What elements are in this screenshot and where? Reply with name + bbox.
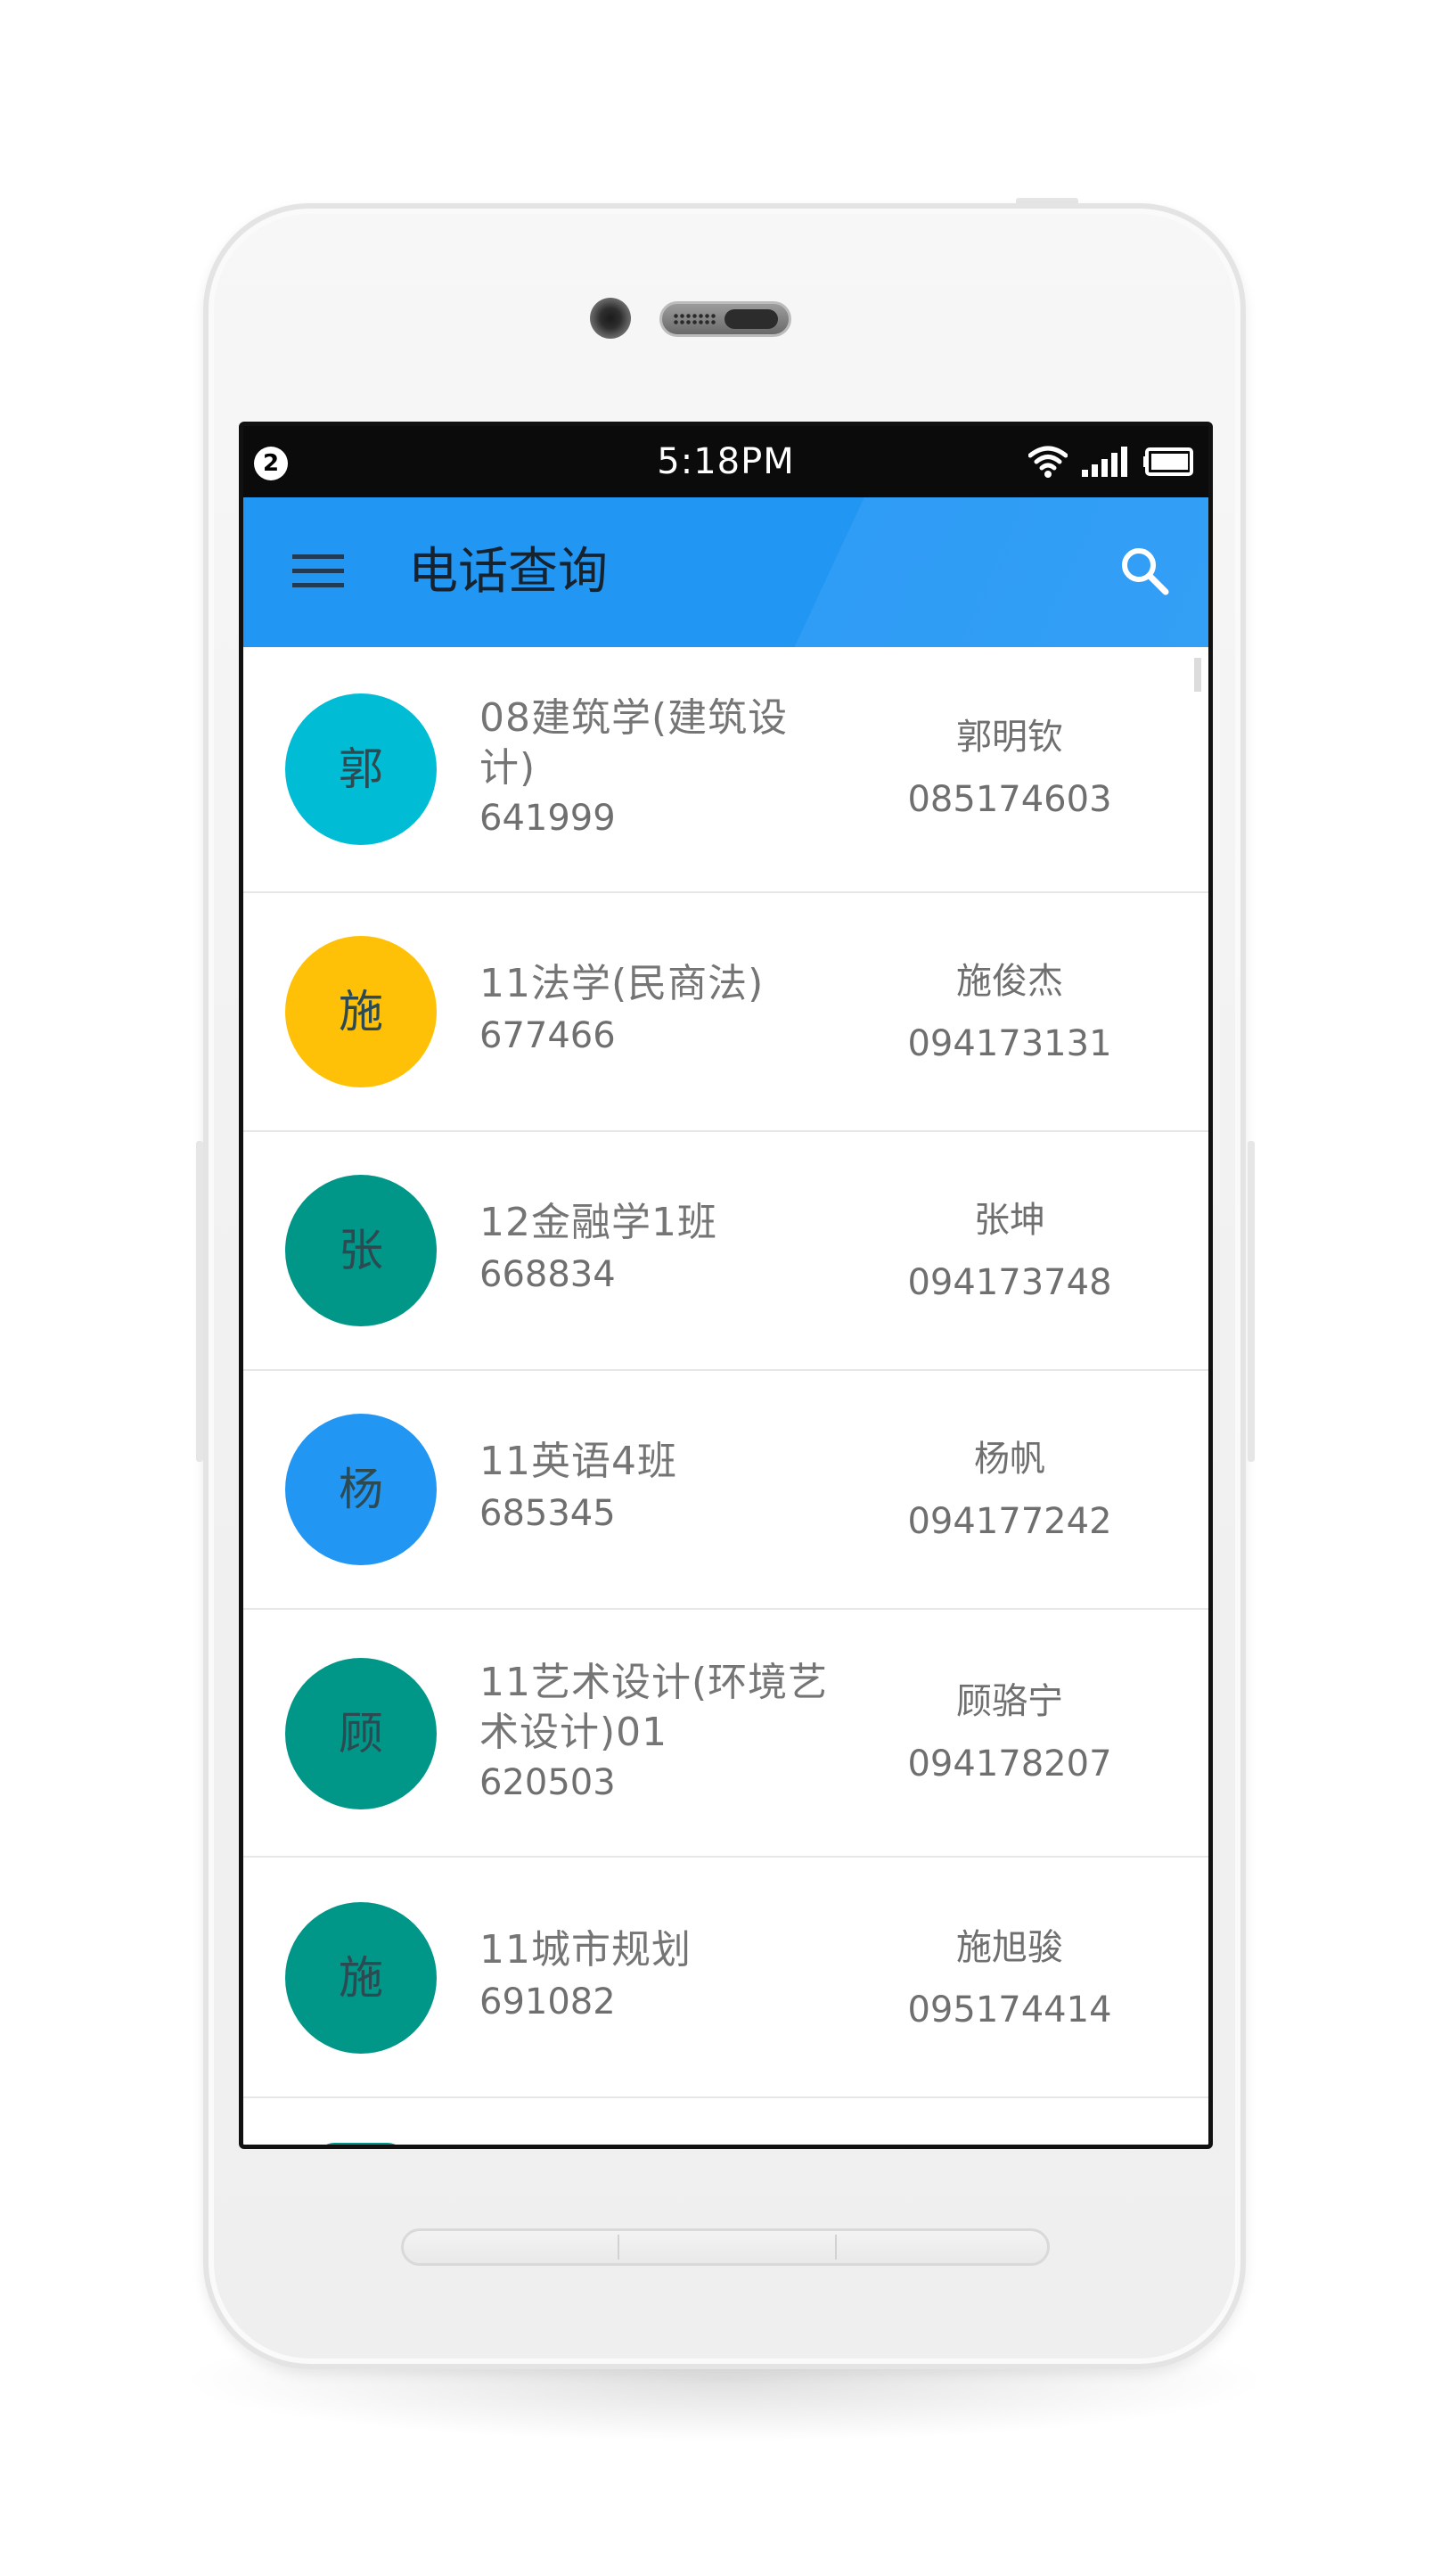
room-number: 620503 — [479, 1762, 616, 1803]
class-name: 11城市规划 — [479, 1927, 692, 1973]
front-camera — [590, 298, 631, 339]
room-number: 685345 — [479, 1493, 616, 1534]
volume-button — [196, 1141, 203, 1462]
contact-name: 张坤 — [974, 1200, 1045, 1241]
class-name: 12金融学1班 — [479, 1200, 717, 1245]
avatar: 郭 — [285, 693, 437, 845]
room-number: 677466 — [479, 1015, 616, 1056]
avatar: 顾 — [285, 1658, 437, 1809]
contact-name: 杨帆 — [974, 1439, 1045, 1480]
class-name: 08建筑学(建筑设计) — [479, 695, 789, 791]
list-item[interactable]: 施 11法学(民商法) 677466 施俊杰 094173131 — [243, 893, 1208, 1132]
contact-list[interactable]: 郭 08建筑学(建筑设计) 641999 郭明钦 085174603 施 11法… — [243, 647, 1208, 2145]
contact-phone: 095174414 — [907, 1989, 1112, 2030]
contact-name: 郭明钦 — [956, 717, 1063, 758]
contact-phone: 094173131 — [907, 1023, 1112, 1064]
status-bar: 2 5:18PM — [243, 426, 1208, 497]
navigation-bar[interactable] — [401, 2228, 1050, 2266]
room-number: 691082 — [479, 1981, 616, 2022]
side-button — [1248, 1141, 1255, 1462]
class-name: 11艺术设计(环境艺术设计)01 — [479, 1660, 829, 1755]
earpiece-speaker — [659, 301, 791, 337]
avatar: 施 — [285, 936, 437, 1087]
menu-icon[interactable] — [292, 549, 344, 594]
screen: 2 5:18PM 电话查询 郭 08建筑学(建筑设计) 641999 郭明钦 0… — [239, 422, 1213, 2149]
avatar: 杨 — [285, 1414, 437, 1565]
class-name: 11英语4班 — [479, 1439, 677, 1484]
contact-name: 施旭骏 — [956, 1927, 1063, 1968]
class-name: 11法学(民商法) — [479, 961, 765, 1006]
list-item[interactable]: 顾 11艺术设计(环境艺术设计)01 620503 顾骆宁 094178207 — [243, 1610, 1208, 1858]
avatar: 张 — [285, 1175, 437, 1326]
contact-phone: 094177242 — [907, 1501, 1112, 1542]
search-icon[interactable] — [1116, 542, 1175, 601]
contact-name: 顾骆宁 — [956, 1681, 1063, 1722]
contact-phone: 094173748 — [907, 1262, 1112, 1303]
list-item[interactable]: 杨 11英语4班 685345 杨帆 094177242 — [243, 1371, 1208, 1610]
signal-icon — [1082, 447, 1127, 477]
avatar — [316, 2143, 405, 2145]
battery-icon — [1143, 447, 1193, 476]
room-number: 668834 — [479, 1254, 616, 1295]
list-item[interactable]: 施 11城市规划 691082 施旭骏 095174414 — [243, 1858, 1208, 2098]
avatar: 施 — [285, 1902, 437, 2054]
page-title: 电话查询 — [408, 543, 608, 601]
list-item[interactable]: 张 12金融学1班 668834 张坤 094173748 — [243, 1132, 1208, 1371]
contact-name: 施俊杰 — [956, 961, 1063, 1002]
status-icons — [1028, 442, 1196, 481]
list-item[interactable]: 郭 08建筑学(建筑设计) 641999 郭明钦 085174603 — [243, 647, 1208, 893]
wifi-icon — [1028, 446, 1068, 478]
contact-phone: 085174603 — [907, 779, 1112, 820]
contact-phone: 094178207 — [907, 1743, 1112, 1784]
app-bar: 电话查询 — [243, 497, 1208, 647]
room-number: 641999 — [479, 798, 616, 839]
